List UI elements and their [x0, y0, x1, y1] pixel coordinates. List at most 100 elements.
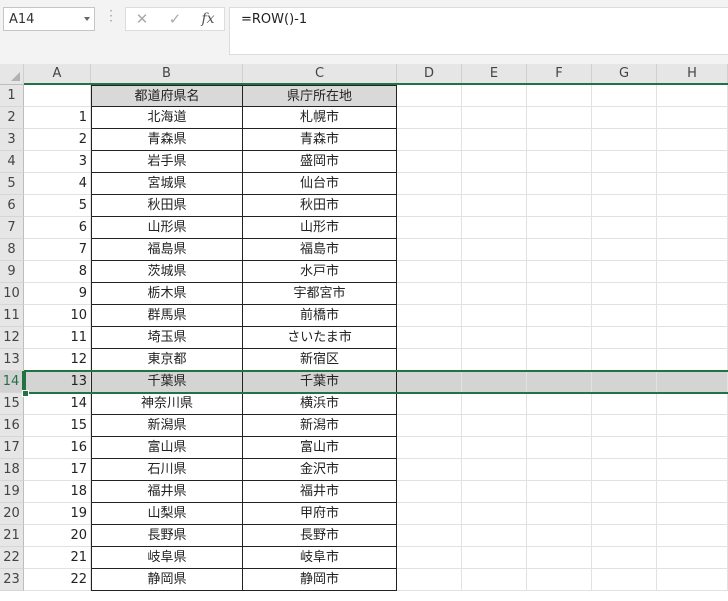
- cell-c17[interactable]: 富山市: [243, 437, 397, 459]
- cell-d12[interactable]: [397, 327, 462, 349]
- cell-h21[interactable]: [657, 525, 728, 547]
- cell-c20[interactable]: 甲府市: [243, 503, 397, 525]
- more-vertical-icon[interactable]: · · ·: [109, 5, 113, 27]
- cell-b17[interactable]: 富山県: [91, 437, 243, 459]
- cell-e16[interactable]: [462, 415, 527, 437]
- cell-a14[interactable]: 13: [24, 371, 91, 393]
- cell-d7[interactable]: [397, 217, 462, 239]
- cell-g22[interactable]: [592, 547, 657, 569]
- cell-b20[interactable]: 山梨県: [91, 503, 243, 525]
- row-header-13[interactable]: 13: [0, 349, 24, 371]
- row-header-10[interactable]: 10: [0, 283, 24, 305]
- cell-d11[interactable]: [397, 305, 462, 327]
- cell-d23[interactable]: [397, 569, 462, 591]
- cell-e4[interactable]: [462, 151, 527, 173]
- cell-h4[interactable]: [657, 151, 728, 173]
- formula-input[interactable]: =ROW()-1: [229, 7, 728, 55]
- select-all-corner[interactable]: [0, 64, 24, 85]
- cell-b8[interactable]: 福島県: [91, 239, 243, 261]
- cell-a2[interactable]: 1: [24, 107, 91, 129]
- row-header-11[interactable]: 11: [0, 305, 24, 327]
- row-header-4[interactable]: 4: [0, 151, 24, 173]
- cell-a13[interactable]: 12: [24, 349, 91, 371]
- cell-b5[interactable]: 宮城県: [91, 173, 243, 195]
- cell-g10[interactable]: [592, 283, 657, 305]
- row-header-3[interactable]: 3: [0, 129, 24, 151]
- cell-a1[interactable]: [24, 85, 91, 107]
- cell-f1[interactable]: [527, 85, 592, 107]
- cell-f19[interactable]: [527, 481, 592, 503]
- cell-f2[interactable]: [527, 107, 592, 129]
- cell-a22[interactable]: 21: [24, 547, 91, 569]
- cell-h12[interactable]: [657, 327, 728, 349]
- cell-g2[interactable]: [592, 107, 657, 129]
- cell-a18[interactable]: 17: [24, 459, 91, 481]
- cell-g15[interactable]: [592, 393, 657, 415]
- cell-d14[interactable]: [397, 371, 462, 393]
- cell-c14[interactable]: 千葉市: [243, 371, 397, 393]
- cell-f15[interactable]: [527, 393, 592, 415]
- cell-c13[interactable]: 新宿区: [243, 349, 397, 371]
- cell-e21[interactable]: [462, 525, 527, 547]
- row-header-20[interactable]: 20: [0, 503, 24, 525]
- cell-f22[interactable]: [527, 547, 592, 569]
- row-header-6[interactable]: 6: [0, 195, 24, 217]
- cell-d5[interactable]: [397, 173, 462, 195]
- cell-c12[interactable]: さいたま市: [243, 327, 397, 349]
- cell-g16[interactable]: [592, 415, 657, 437]
- cell-e20[interactable]: [462, 503, 527, 525]
- column-header-h[interactable]: H: [657, 64, 728, 85]
- cell-a7[interactable]: 6: [24, 217, 91, 239]
- cell-d13[interactable]: [397, 349, 462, 371]
- cell-f23[interactable]: [527, 569, 592, 591]
- row-header-1[interactable]: 1: [0, 85, 24, 107]
- cell-b12[interactable]: 埼玉県: [91, 327, 243, 349]
- cell-c6[interactable]: 秋田市: [243, 195, 397, 217]
- cell-b7[interactable]: 山形県: [91, 217, 243, 239]
- cell-b23[interactable]: 静岡県: [91, 569, 243, 591]
- cell-d20[interactable]: [397, 503, 462, 525]
- cell-f14[interactable]: [527, 371, 592, 393]
- column-header-d[interactable]: D: [397, 64, 462, 85]
- cell-g17[interactable]: [592, 437, 657, 459]
- cell-d10[interactable]: [397, 283, 462, 305]
- cell-a5[interactable]: 4: [24, 173, 91, 195]
- cell-d8[interactable]: [397, 239, 462, 261]
- row-header-5[interactable]: 5: [0, 173, 24, 195]
- cell-e11[interactable]: [462, 305, 527, 327]
- cell-e17[interactable]: [462, 437, 527, 459]
- cell-b13[interactable]: 東京都: [91, 349, 243, 371]
- fx-icon[interactable]: fx: [198, 11, 218, 27]
- cell-g19[interactable]: [592, 481, 657, 503]
- cell-g18[interactable]: [592, 459, 657, 481]
- cell-b16[interactable]: 新潟県: [91, 415, 243, 437]
- cell-g1[interactable]: [592, 85, 657, 107]
- cell-b3[interactable]: 青森県: [91, 129, 243, 151]
- cell-g23[interactable]: [592, 569, 657, 591]
- cell-g13[interactable]: [592, 349, 657, 371]
- cell-e13[interactable]: [462, 349, 527, 371]
- cell-c11[interactable]: 前橋市: [243, 305, 397, 327]
- column-header-e[interactable]: E: [462, 64, 527, 85]
- cell-d16[interactable]: [397, 415, 462, 437]
- cell-f9[interactable]: [527, 261, 592, 283]
- cell-g4[interactable]: [592, 151, 657, 173]
- cell-e3[interactable]: [462, 129, 527, 151]
- cell-f21[interactable]: [527, 525, 592, 547]
- cell-a10[interactable]: 9: [24, 283, 91, 305]
- cell-g14[interactable]: [592, 371, 657, 393]
- cell-e18[interactable]: [462, 459, 527, 481]
- cell-f17[interactable]: [527, 437, 592, 459]
- row-header-19[interactable]: 19: [0, 481, 24, 503]
- cell-g5[interactable]: [592, 173, 657, 195]
- cell-b14[interactable]: 千葉県: [91, 371, 243, 393]
- cell-g21[interactable]: [592, 525, 657, 547]
- cell-h9[interactable]: [657, 261, 728, 283]
- cell-h14[interactable]: [657, 371, 728, 393]
- cell-b4[interactable]: 岩手県: [91, 151, 243, 173]
- cell-c21[interactable]: 長野市: [243, 525, 397, 547]
- row-header-12[interactable]: 12: [0, 327, 24, 349]
- cell-e1[interactable]: [462, 85, 527, 107]
- cell-a16[interactable]: 15: [24, 415, 91, 437]
- cell-f5[interactable]: [527, 173, 592, 195]
